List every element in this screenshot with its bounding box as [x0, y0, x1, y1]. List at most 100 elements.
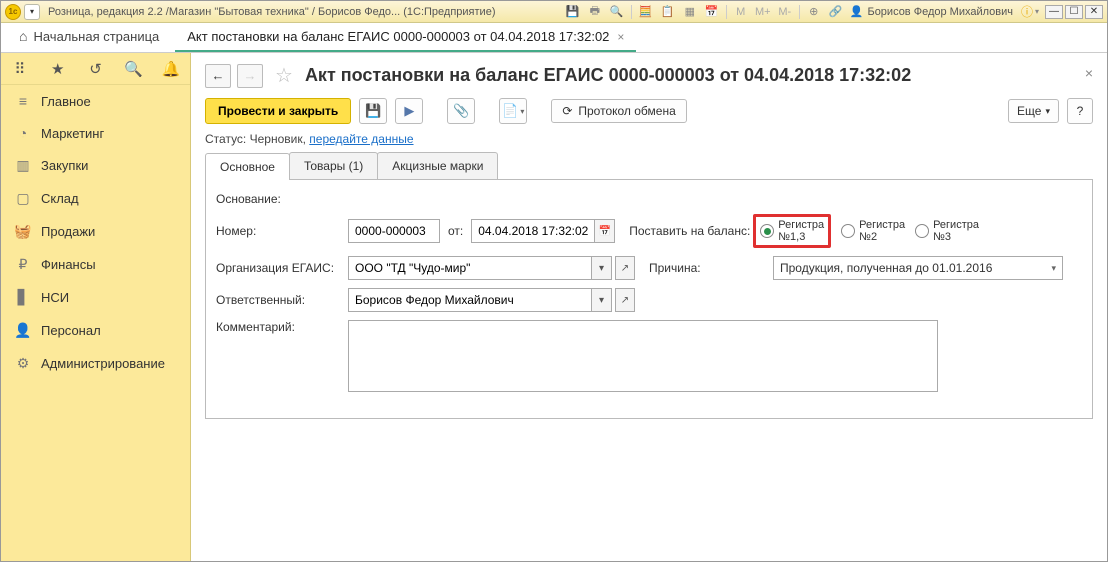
sidebar-item-sales[interactable]: 🧺Продажи: [1, 215, 190, 248]
sidebar-item-marketing[interactable]: ◔ Маркетинг: [1, 117, 190, 149]
radio-register-1-3[interactable]: Регистра №1,3: [760, 219, 824, 243]
app-menu-dropdown[interactable]: ▾: [24, 4, 40, 20]
sidebar-item-admin[interactable]: ⚙Администрирование: [1, 347, 190, 380]
sidebar-item-main[interactable]: ≡ Главное: [1, 85, 190, 117]
tab-home[interactable]: ⌂ Начальная страница: [7, 22, 171, 52]
status-row: Статус: Черновик, передайте данные: [205, 132, 1093, 146]
barcode-icon: ▥: [13, 157, 33, 174]
link-icon[interactable]: 🔗: [828, 4, 844, 20]
maximize-button[interactable]: ☐: [1065, 5, 1083, 19]
inner-tabs: Основное Товары (1) Акцизные марки: [205, 152, 1093, 180]
sidebar-item-warehouse[interactable]: ▢Склад: [1, 182, 190, 215]
favorite-star-icon[interactable]: ☆: [275, 63, 293, 88]
close-page-button[interactable]: ×: [1085, 65, 1093, 81]
comment-label: Комментарий:: [216, 320, 348, 334]
preview-icon[interactable]: 🔍: [609, 4, 625, 20]
tab-main[interactable]: Основное: [205, 153, 290, 180]
radio-label: Регистра №3: [933, 219, 979, 243]
attach-button[interactable]: 📎: [447, 98, 475, 124]
radio-register-3[interactable]: Регистра №3: [915, 219, 979, 243]
info-dd[interactable]: ▾: [1035, 7, 1039, 16]
search-icon[interactable]: 🔍: [123, 60, 143, 78]
tab-goods[interactable]: Товары (1): [289, 152, 378, 179]
book-icon: ▋: [13, 289, 33, 306]
chevron-down-icon: ▾: [1045, 106, 1050, 117]
sidebar-item-label: Закупки: [41, 158, 88, 173]
number-input[interactable]: [348, 219, 440, 243]
sidebar-item-label: Главное: [41, 94, 91, 109]
print-icon[interactable]: 🖶: [587, 4, 603, 20]
tab-excise[interactable]: Акцизные марки: [377, 152, 498, 179]
tab-close-icon[interactable]: ×: [617, 30, 624, 44]
status-label: Статус:: [205, 132, 246, 146]
tab-doc-label: Акт постановки на баланс ЕГАИС 0000-0000…: [187, 29, 609, 44]
star-icon[interactable]: ★: [48, 60, 68, 78]
user-box[interactable]: 👤 Борисов Федор Михайлович: [850, 5, 1013, 18]
submit-close-button[interactable]: Провести и закрыть: [205, 98, 351, 124]
save-icon[interactable]: 💾: [565, 4, 581, 20]
main-content: × ← → ☆ Акт постановки на баланс ЕГАИС 0…: [191, 53, 1107, 561]
basis-label: Основание:: [216, 192, 348, 206]
sidebar-item-finance[interactable]: ₽Финансы: [1, 248, 190, 281]
save-button[interactable]: 💾: [359, 98, 387, 124]
register-radio-group: Регистра №1,3 Регистра №2 Регистра №3: [753, 214, 979, 248]
status-link[interactable]: передайте данные: [309, 132, 413, 146]
comment-textarea[interactable]: [348, 320, 938, 392]
title-toolbar: 💾 🖶 🔍 🧮 📋 ▦ 📅 M M+ M- ⊕ 🔗: [565, 4, 844, 20]
nav-back-button[interactable]: ←: [205, 64, 231, 88]
apps-icon[interactable]: ⠿: [10, 60, 30, 78]
sidebar: ⠿ ★ ↺ 🔍 🔔 ≡ Главное ◔ Маркетинг ▥ Закупки ▢…: [1, 53, 191, 561]
date-picker-button[interactable]: 📅: [595, 219, 615, 243]
radio-register-2[interactable]: Регистра №2: [841, 219, 905, 243]
menu-icon: ≡: [13, 93, 33, 109]
bell-icon[interactable]: 🔔: [161, 60, 181, 78]
resp-input[interactable]: [348, 288, 592, 312]
more-label: Еще: [1017, 104, 1041, 118]
info-icon[interactable]: ⓘ: [1019, 3, 1035, 20]
post-button[interactable]: ▶: [395, 98, 423, 124]
radio-dot-icon: [915, 224, 929, 238]
date-input[interactable]: [471, 219, 595, 243]
reason-select[interactable]: Продукция, полученная до 01.01.2016 ▾: [773, 256, 1063, 280]
sidebar-item-label: Маркетинг: [41, 126, 104, 141]
resp-open-button[interactable]: ↗: [615, 288, 635, 312]
m-plus-icon[interactable]: M+: [755, 4, 771, 20]
tab-home-label: Начальная страница: [33, 29, 159, 44]
sidebar-item-purchases[interactable]: ▥ Закупки: [1, 149, 190, 182]
nav-forward-button[interactable]: →: [237, 64, 263, 88]
org-dropdown-button[interactable]: ▾: [592, 256, 612, 280]
put-on-balance-label: Поставить на баланс:: [629, 224, 753, 238]
sidebar-item-personnel[interactable]: 👤Персонал: [1, 314, 190, 347]
user-icon: 👤: [850, 5, 864, 18]
sidebar-item-nsi[interactable]: ▋НСИ: [1, 281, 190, 314]
more-button[interactable]: Еще ▾: [1008, 99, 1059, 123]
titlebar: 1c ▾ Розница, редакция 2.2 /Магазин "Быт…: [1, 1, 1107, 23]
highlight-register-1-3: Регистра №1,3: [753, 214, 831, 248]
resp-dropdown-button[interactable]: ▾: [592, 288, 612, 312]
calendar-icon[interactable]: 📅: [704, 4, 720, 20]
m-minus-icon[interactable]: M-: [777, 4, 793, 20]
sidebar-item-label: Администрирование: [41, 356, 165, 371]
pie-icon: ◔: [13, 125, 33, 141]
org-input[interactable]: [348, 256, 592, 280]
m-icon[interactable]: M: [733, 4, 749, 20]
exchange-protocol-button[interactable]: ⟳ Протокол обмена: [551, 99, 686, 123]
grid-icon[interactable]: ▦: [682, 4, 698, 20]
org-label: Организация ЕГАИС:: [216, 261, 348, 275]
close-window-button[interactable]: ✕: [1085, 5, 1103, 19]
history-icon[interactable]: ↺: [85, 60, 105, 78]
window-title: Розница, редакция 2.2 /Магазин "Бытовая …: [48, 6, 495, 18]
radio-dot-icon: [841, 224, 855, 238]
resp-label: Ответственный:: [216, 293, 348, 307]
app-logo-icon: 1c: [5, 4, 21, 20]
clipboard-icon[interactable]: 📋: [660, 4, 676, 20]
help-button[interactable]: ?: [1067, 98, 1093, 124]
create-from-button[interactable]: 📄: [499, 98, 527, 124]
org-open-button[interactable]: ↗: [615, 256, 635, 280]
number-label: Номер:: [216, 224, 348, 238]
calc-icon[interactable]: 🧮: [638, 4, 654, 20]
zoom-icon[interactable]: ⊕: [806, 4, 822, 20]
sidebar-tools: ⠿ ★ ↺ 🔍 🔔: [1, 53, 190, 85]
minimize-button[interactable]: —: [1045, 5, 1063, 19]
tab-document[interactable]: Акт постановки на баланс ЕГАИС 0000-0000…: [175, 23, 636, 52]
